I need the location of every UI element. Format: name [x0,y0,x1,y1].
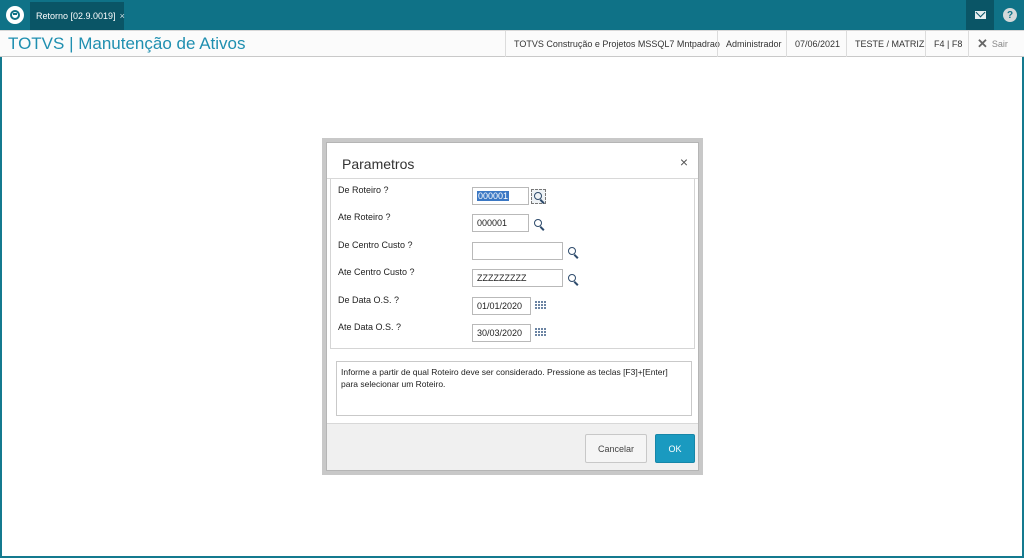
dialog-close-icon[interactable]: × [680,154,688,170]
help-text-box: Informe a partir de qual Roteiro deve se… [336,361,692,416]
param-label: Ate Centro Custo ? [338,267,415,277]
tab-retorno[interactable]: Retorno [02.9.0019] × [30,2,125,30]
user-label: Administrador [717,31,790,57]
de-roteiro-input[interactable]: 000001 [472,187,529,205]
param-label: Ate Roteiro ? [338,212,391,222]
dialog-footer: Cancelar OK [327,423,698,470]
param-label: De Data O.S. ? [338,295,400,305]
de-centro-custo-input[interactable] [472,242,563,260]
tab-close-icon[interactable]: × [120,11,125,21]
param-label: De Roteiro ? [338,185,389,195]
ate-roteiro-input[interactable]: 000001 [472,214,529,232]
ok-button[interactable]: OK [655,434,695,463]
search-icon[interactable] [531,189,546,204]
param-label: De Centro Custo ? [338,240,413,250]
environment-label: TOTVS Construção e Projetos MSSQL7 Mntpa… [505,31,728,57]
ate-centro-custo-input[interactable]: ZZZZZZZZZ [472,269,563,287]
logo-icon[interactable] [6,6,24,24]
search-icon[interactable] [565,244,580,259]
calendar-icon[interactable] [534,327,548,339]
page-title: TOTVS | Manutenção de Ativos [8,34,246,53]
de-data-os-input[interactable]: 01/01/2020 [472,297,531,315]
mail-icon[interactable] [966,0,994,30]
exit-button[interactable]: ✕ Sair [968,31,1016,57]
close-icon: ✕ [977,36,988,51]
search-icon[interactable] [531,216,546,231]
dialog-title: Parametros [342,156,415,172]
branch-label: TESTE / MATRIZ [846,31,932,57]
exit-label: Sair [991,39,1008,49]
param-label: Ate Data O.S. ? [338,322,402,332]
ate-data-os-input[interactable]: 30/03/2020 [472,324,531,342]
top-bar: Retorno [02.9.0019] × ? [0,0,1024,30]
tab-label: Retorno [02.9.0019] [36,11,116,21]
parameters-panel: De Roteiro ? 000001 Ate Roteiro ? 000001… [330,179,695,349]
header-bar: TOTVS | Manutenção de Ativos TOTVS Const… [0,30,1024,57]
shortcut-keys-label: F4 | F8 [925,31,970,57]
calendar-icon[interactable] [534,300,548,312]
parameters-dialog-frame: Parametros × De Roteiro ? 000001 Ate Rot… [322,138,703,475]
date-label: 07/06/2021 [786,31,848,57]
help-icon[interactable]: ? [996,0,1024,30]
search-icon[interactable] [565,271,580,286]
cancel-button[interactable]: Cancelar [585,434,647,463]
parameters-dialog: Parametros × De Roteiro ? 000001 Ate Rot… [326,142,699,471]
